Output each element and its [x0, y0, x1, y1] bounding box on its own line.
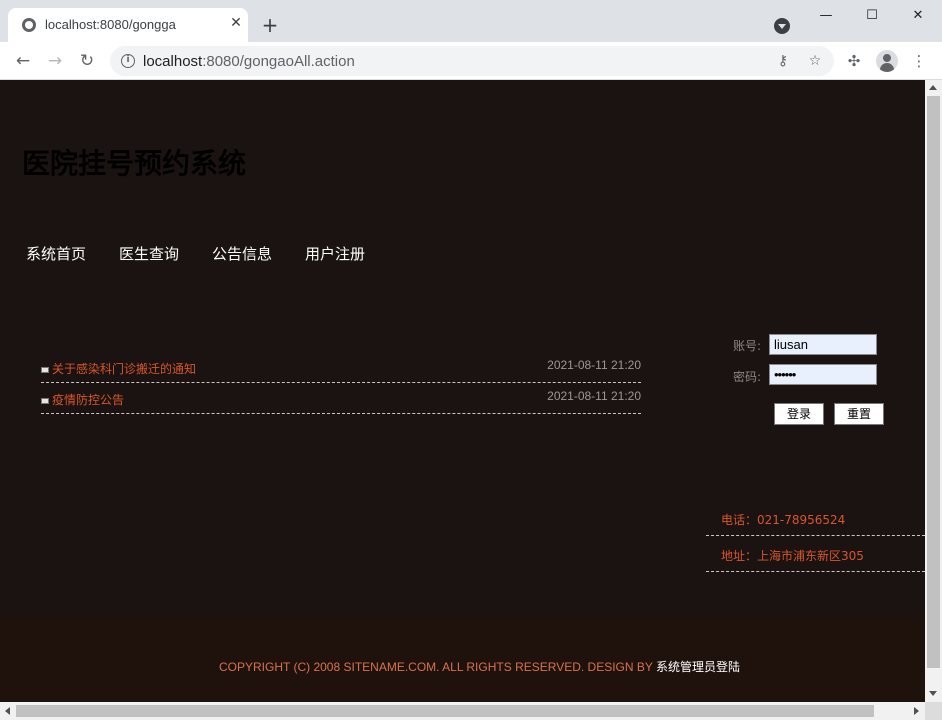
announcement-date: 2021-08-11 21:20 — [547, 389, 641, 403]
horizontal-scroll-thumb[interactable] — [16, 705, 874, 717]
url-host: localhost — [143, 53, 203, 70]
vertical-scrollbar[interactable] — [925, 80, 942, 702]
contact-address: 地址：上海市浦东新区305 — [721, 549, 864, 563]
vertical-scroll-thumb[interactable] — [927, 96, 940, 668]
scroll-down-icon[interactable] — [929, 691, 937, 696]
address-bar[interactable]: i localhost:8080/gongaoAll.action ⚷ ☆ — [110, 46, 834, 76]
key-icon[interactable]: ⚷ — [774, 52, 792, 70]
contact-phone-row: 电话：021-78956524 — [706, 500, 925, 536]
scroll-left-icon[interactable] — [5, 707, 10, 715]
new-tab-icon[interactable]: + — [260, 15, 280, 35]
extensions-icon[interactable]: ✣ — [844, 51, 864, 71]
announcement-date: 2021-08-11 21:20 — [547, 358, 641, 372]
nav-announcements[interactable]: 公告信息 — [212, 243, 272, 264]
url-text[interactable]: localhost:8080/gongaoAll.action — [143, 53, 355, 70]
admin-login-link[interactable]: 系统管理员登陆 — [656, 660, 740, 674]
site-info-icon[interactable]: i — [121, 54, 135, 68]
copyright-text: COPYRIGHT (C) 2008 SITENAME.COM. ALL RIG… — [219, 660, 656, 674]
account-label: 账号: — [733, 339, 762, 353]
profile-avatar-icon[interactable] — [876, 50, 898, 72]
browser-tab[interactable]: localhost:8080/gongga ✕ — [8, 8, 248, 42]
chrome-menu-icon[interactable]: ⋮ — [909, 51, 929, 71]
password-input[interactable]: •••••• — [769, 364, 877, 385]
site-title: 医院挂号预约系统 — [22, 147, 247, 180]
window-close-icon[interactable]: ✕ — [908, 6, 928, 26]
back-icon[interactable]: ← — [12, 50, 34, 72]
footer-copyright: COPYRIGHT (C) 2008 SITENAME.COM. ALL RIG… — [219, 658, 740, 675]
list-item: 关于感染科门诊搬迁的通知 2021-08-11 21:20 — [41, 352, 641, 383]
forward-icon[interactable]: → — [44, 50, 66, 72]
page-footer: COPYRIGHT (C) 2008 SITENAME.COM. ALL RIG… — [0, 615, 925, 702]
tab-title: localhost:8080/gongga — [45, 17, 176, 32]
scroll-up-icon[interactable] — [929, 85, 937, 90]
bullet-icon — [41, 398, 49, 404]
nav-home[interactable]: 系统首页 — [26, 243, 86, 264]
login-button[interactable]: 登录 — [774, 403, 824, 425]
browser-tabstrip: localhost:8080/gongga ✕ + — ☐ ✕ — [0, 0, 942, 42]
bullet-icon — [41, 367, 49, 373]
maximize-icon[interactable]: ☐ — [862, 6, 882, 26]
contact-address-row: 地址：上海市浦东新区305 — [706, 536, 925, 572]
url-path: :8080/gongaoAll.action — [202, 53, 355, 70]
scroll-right-icon[interactable] — [914, 707, 919, 715]
globe-icon — [22, 18, 36, 32]
bookmark-star-icon[interactable]: ☆ — [806, 52, 824, 70]
password-label: 密码: — [733, 370, 762, 384]
horizontal-scrollbar[interactable] — [0, 702, 925, 720]
minimize-icon[interactable]: — — [816, 6, 836, 26]
announcement-list: 关于感染科门诊搬迁的通知 2021-08-11 21:20 疫情防控公告 202… — [41, 352, 641, 414]
page-viewport: 医院挂号预约系统 系统首页 医生查询 公告信息 用户注册 关于感染科门诊搬迁的通… — [0, 80, 942, 720]
tab-search-icon[interactable] — [774, 18, 790, 34]
tab-close-icon[interactable]: ✕ — [226, 13, 246, 33]
list-item: 疫情防控公告 2021-08-11 21:20 — [41, 383, 641, 414]
reload-icon[interactable]: ↻ — [76, 50, 98, 72]
nav-doctor-search[interactable]: 医生查询 — [119, 243, 179, 264]
announcement-link[interactable]: 关于感染科门诊搬迁的通知 — [52, 360, 196, 377]
reset-button[interactable]: 重置 — [834, 403, 884, 425]
browser-toolbar: ← → ↻ i localhost:8080/gongaoAll.action … — [0, 42, 942, 80]
scrollbar-corner — [925, 702, 942, 720]
nav-register[interactable]: 用户注册 — [305, 243, 365, 264]
announcement-link[interactable]: 疫情防控公告 — [52, 391, 124, 408]
account-input[interactable]: liusan — [769, 334, 877, 355]
contact-phone: 电话：021-78956524 — [721, 513, 846, 527]
page-body: 医院挂号预约系统 系统首页 医生查询 公告信息 用户注册 关于感染科门诊搬迁的通… — [0, 80, 925, 702]
